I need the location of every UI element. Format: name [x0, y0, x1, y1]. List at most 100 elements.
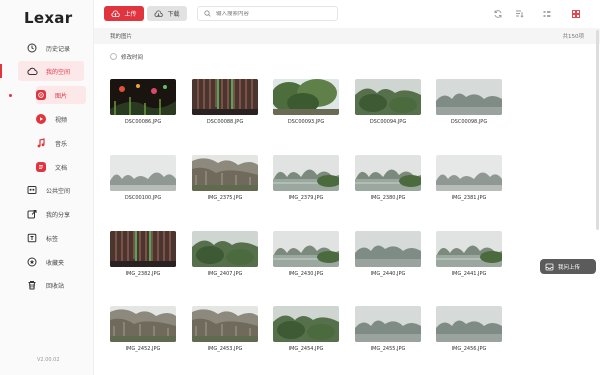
upload-cloud-icon	[111, 9, 121, 18]
sidebar-item-my-space[interactable]: 我的空间	[18, 61, 84, 81]
breadcrumb[interactable]: 我的图片	[110, 32, 132, 40]
video-icon	[36, 114, 46, 124]
sidebar-item-public-space[interactable]: 公共空间	[18, 180, 84, 200]
toolbar: 上传 下载	[94, 0, 600, 28]
refresh-icon[interactable]	[491, 7, 505, 21]
download-label: 下载	[167, 11, 180, 18]
grid-view-icon[interactable]	[569, 7, 583, 21]
sidebar-item-label: 回收站	[46, 282, 65, 290]
photo-tile[interactable]: IMG_2456.JPG	[436, 306, 502, 352]
photo-tile[interactable]: IMG_2407.JPG	[192, 231, 258, 277]
photo-filename: IMG_2382.JPG	[125, 271, 161, 277]
photo-thumbnail[interactable]	[192, 231, 258, 267]
photo-thumbnail[interactable]	[110, 306, 176, 342]
select-all-radio[interactable]	[110, 53, 117, 60]
photo-tile[interactable]: IMG_2375.JPG	[192, 155, 258, 201]
photo-thumbnail[interactable]	[355, 155, 421, 191]
photo-thumbnail[interactable]	[436, 306, 502, 342]
sidebar-item-music[interactable]: 音乐	[36, 134, 86, 152]
photo-filename: DSC00100.JPG	[124, 195, 162, 201]
photo-filename: IMG_2380.JPG	[370, 195, 406, 201]
upload-tray-icon	[545, 263, 554, 271]
photo-thumbnail[interactable]	[192, 155, 258, 191]
sidebar-item-my-shares[interactable]: 我的分享	[18, 204, 84, 224]
sidebar-item-documents[interactable]: 文档	[36, 158, 86, 176]
photo-tile[interactable]: DSC00088.JPG	[192, 79, 258, 125]
photo-tile[interactable]: IMG_2453.JPG	[192, 306, 258, 352]
photo-tile[interactable]: DSC00094.JPG	[355, 79, 421, 125]
sidebar-item-videos[interactable]: 视频	[36, 110, 86, 128]
photo-filename: IMG_2375.JPG	[207, 195, 243, 201]
floating-upload-button[interactable]: 我问上传	[540, 259, 596, 274]
sidebar-item-label: 视频	[55, 116, 68, 124]
upload-button[interactable]: 上传	[104, 6, 144, 21]
sidebar-item-images[interactable]: 图片	[36, 86, 86, 104]
sidebar-item-favorites[interactable]: 收藏夹	[18, 252, 84, 272]
photo-filename: IMG_2456.JPG	[451, 346, 487, 352]
photo-tile[interactable]: IMG_2440.JPG	[355, 231, 421, 277]
photo-tile[interactable]: IMG_2441.JPG	[436, 231, 502, 277]
download-cloud-icon	[154, 9, 164, 18]
photo-filename: IMG_2440.JPG	[370, 271, 406, 277]
photo-filename: IMG_2454.JPG	[288, 346, 324, 352]
photo-thumbnail[interactable]	[436, 231, 502, 267]
photo-filename: IMG_2379.JPG	[288, 195, 324, 201]
photo-thumbnail[interactable]	[436, 79, 502, 115]
photo-tile[interactable]: IMG_2454.JPG	[273, 306, 339, 352]
photo-filename: IMG_2452.JPG	[125, 346, 161, 352]
sidebar-item-history[interactable]: 历史记录	[18, 38, 84, 58]
star-icon	[26, 256, 38, 268]
photo-thumbnail[interactable]	[192, 79, 258, 115]
photo-thumbnail[interactable]	[436, 155, 502, 191]
photo-tile[interactable]: DSC00098.JPG	[436, 79, 502, 125]
photo-filename: DSC00093.JPG	[287, 119, 325, 125]
photo-thumbnail[interactable]	[192, 306, 258, 342]
photo-thumbnail[interactable]	[273, 231, 339, 267]
breadcrumb-bar: 我的图片 共150项	[94, 28, 600, 44]
photo-thumbnail[interactable]	[110, 155, 176, 191]
photo-tile[interactable]: IMG_2455.JPG	[355, 306, 421, 352]
photo-thumbnail[interactable]	[273, 155, 339, 191]
photo-tile[interactable]: IMG_2430.JPG	[273, 231, 339, 277]
photo-tile[interactable]: IMG_2381.JPG	[436, 155, 502, 201]
photo-filename: IMG_2430.JPG	[288, 271, 324, 277]
search-box[interactable]	[197, 6, 338, 21]
photo-thumbnail[interactable]	[273, 79, 339, 115]
photo-thumbnail[interactable]	[355, 79, 421, 115]
search-icon	[204, 10, 211, 17]
photo-tile[interactable]: IMG_2380.JPG	[355, 155, 421, 201]
shared-space-icon	[26, 184, 38, 196]
photo-filename: IMG_2407.JPG	[207, 271, 243, 277]
photo-thumbnail[interactable]	[273, 306, 339, 342]
sidebar-item-label: 收藏夹	[46, 259, 65, 267]
sidebar: Lexar 历史记录 我的空间 图片 视频 音乐 文档 公共空间 我的分享 标签…	[0, 0, 94, 375]
photo-tile[interactable]: IMG_2379.JPG	[273, 155, 339, 201]
sort-row: 修改时间	[94, 50, 594, 62]
photo-tile[interactable]: IMG_2382.JPG	[110, 231, 176, 277]
sidebar-item-label: 我的分享	[46, 211, 71, 219]
sidebar-item-tags[interactable]: 标签	[18, 228, 84, 248]
search-input[interactable]	[216, 10, 326, 17]
floating-upload-label: 我问上传	[558, 264, 581, 271]
image-icon	[36, 90, 46, 100]
download-button[interactable]: 下载	[147, 6, 187, 21]
photo-filename: IMG_2441.JPG	[451, 271, 487, 277]
photo-tile[interactable]: DSC00100.JPG	[110, 155, 176, 201]
photo-thumbnail[interactable]	[355, 231, 421, 267]
photo-filename: DSC00094.JPG	[369, 119, 407, 125]
photo-tile[interactable]: DSC00093.JPG	[273, 79, 339, 125]
sort-by-modified-label[interactable]: 修改时间	[121, 53, 143, 61]
photo-tile[interactable]: DSC00086.JPG	[110, 79, 176, 125]
photo-tile[interactable]: IMG_2452.JPG	[110, 306, 176, 352]
photo-thumbnail[interactable]	[110, 231, 176, 267]
scrollbar[interactable]	[596, 30, 599, 230]
active-indicator	[0, 64, 2, 78]
sort-icon[interactable]	[512, 7, 526, 21]
sidebar-item-label: 文档	[55, 164, 68, 172]
photo-thumbnail[interactable]	[110, 79, 176, 115]
app-logo: Lexar	[24, 9, 73, 27]
share-icon	[26, 208, 38, 220]
list-view-icon[interactable]	[540, 7, 554, 21]
sidebar-item-recycle-bin[interactable]: 回收站	[18, 275, 84, 295]
photo-thumbnail[interactable]	[355, 306, 421, 342]
